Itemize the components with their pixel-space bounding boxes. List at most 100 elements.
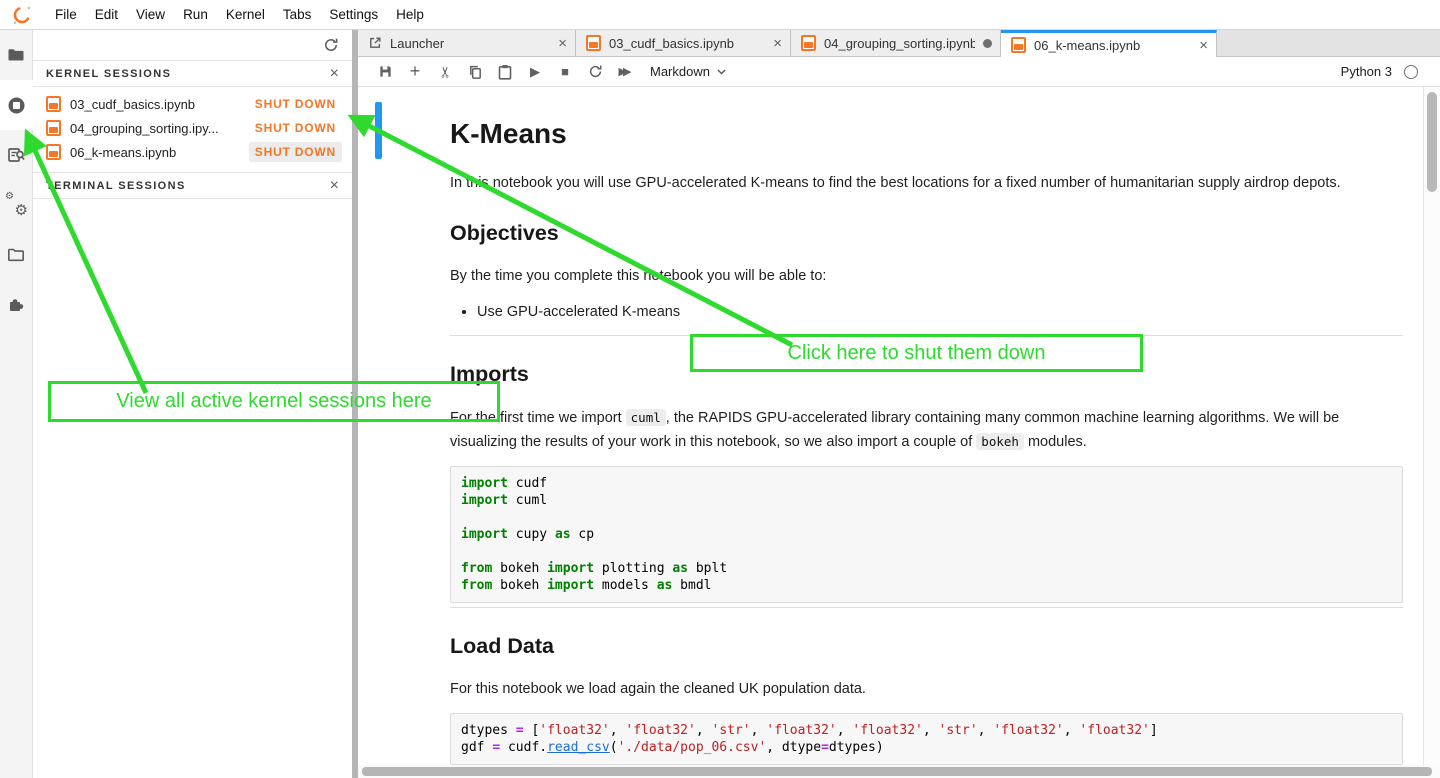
folder-outline-icon: [7, 247, 25, 263]
objectives-list: Use GPU-accelerated K-means: [477, 302, 1403, 323]
cut-icon: ✂: [436, 65, 454, 78]
paste-icon: [498, 64, 512, 80]
close-tab-icon[interactable]: ×: [1199, 38, 1208, 53]
active-cell-indicator[interactable]: [375, 102, 382, 159]
gears-icon: ⚙⚙: [6, 195, 26, 215]
sidebar-item-open-tabs[interactable]: [0, 230, 33, 280]
sidebar-item-running-sessions[interactable]: [0, 80, 33, 130]
objectives-heading: Objectives: [450, 220, 1403, 246]
close-terminal-sessions-icon[interactable]: ×: [330, 178, 339, 194]
intro-paragraph: In this notebook you will use GPU-accele…: [450, 172, 1403, 195]
activity-bar: ⚙⚙: [0, 30, 33, 778]
refresh-icon[interactable]: [323, 37, 339, 53]
vertical-scrollbar[interactable]: [1423, 87, 1440, 765]
tab-04-grouping-sorting[interactable]: 04_grouping_sorting.ipynb: [791, 30, 1001, 56]
kernel-name[interactable]: Python 3: [1341, 64, 1392, 79]
restart-icon: [588, 64, 603, 79]
shutdown-button[interactable]: SHUT DOWN: [249, 118, 342, 138]
folder-icon: [7, 47, 25, 63]
menu-tabs[interactable]: Tabs: [274, 7, 321, 22]
shutdown-button[interactable]: SHUT DOWN: [249, 142, 342, 162]
imports-paragraph: For the first time we import cuml, the R…: [450, 406, 1403, 454]
inline-code-bokeh: bokeh: [976, 433, 1024, 450]
unsaved-changes-dot: [983, 39, 992, 48]
cut-cell-button[interactable]: ✂: [430, 59, 460, 85]
stop-icon: ■: [561, 64, 569, 79]
copy-icon: [468, 64, 483, 80]
cell-type-value: Markdown: [650, 64, 710, 79]
restart-kernel-button[interactable]: [580, 59, 610, 85]
load-data-heading: Load Data: [450, 633, 1403, 659]
running-sessions-panel: KERNEL SESSIONS × 03_cudf_basics.ipynb S…: [33, 30, 352, 778]
tab-03-cudf-basics[interactable]: 03_cudf_basics.ipynb ×: [576, 30, 791, 56]
tab-06-k-means[interactable]: 06_k-means.ipynb ×: [1001, 30, 1217, 57]
tab-label: 06_k-means.ipynb: [1034, 38, 1191, 53]
restart-run-all-button[interactable]: ▶▶: [610, 59, 640, 85]
run-icon: ▶: [530, 64, 540, 80]
kernel-session-row[interactable]: 06_k-means.ipynb SHUT DOWN: [33, 140, 352, 164]
panel-toolbar: [33, 30, 352, 60]
command-palette-icon: [7, 146, 26, 164]
save-icon: [378, 64, 393, 79]
menu-bar: File Edit View Run Kernel Tabs Settings …: [0, 0, 1440, 30]
terminal-sessions-header: TERMINAL SESSIONS ×: [33, 172, 352, 199]
menu-file[interactable]: File: [46, 7, 86, 22]
run-cell-button[interactable]: ▶: [520, 59, 550, 85]
notebook-title: K-Means: [450, 118, 1403, 150]
tab-label: Launcher: [390, 36, 550, 51]
kernel-sessions-title: KERNEL SESSIONS: [46, 68, 171, 80]
running-sessions-icon: [7, 96, 26, 115]
kernel-sessions-header: KERNEL SESSIONS ×: [33, 60, 352, 87]
objectives-lead: By the time you complete this notebook y…: [450, 265, 1403, 288]
add-cell-button[interactable]: +: [400, 59, 430, 85]
horizontal-scrollbar-thumb[interactable]: [362, 767, 1432, 776]
menu-kernel[interactable]: Kernel: [217, 7, 274, 22]
section-divider: [450, 335, 1403, 336]
notebook-icon: [1011, 37, 1026, 53]
menu-view[interactable]: View: [127, 7, 174, 22]
code-cell-load-data[interactable]: [ ]: dtypes = ['float32', 'float32', 'st…: [450, 713, 1403, 765]
notebook-toolbar: + ✂ ▶ ■ ▶▶: [358, 57, 1440, 87]
menu-run[interactable]: Run: [174, 7, 217, 22]
paste-cell-button[interactable]: [490, 59, 520, 85]
kernel-session-list: 03_cudf_basics.ipynb SHUT DOWN 04_groupi…: [33, 87, 352, 172]
close-tab-icon[interactable]: ×: [558, 36, 567, 51]
tab-label: 03_cudf_basics.ipynb: [609, 36, 765, 51]
load-data-lead: For this notebook we load again the clea…: [450, 678, 1403, 701]
stop-kernel-button[interactable]: ■: [550, 59, 580, 85]
code-cell-imports[interactable]: [ ]: import cudfimport cuml import cupy …: [450, 466, 1403, 603]
close-kernel-sessions-icon[interactable]: ×: [330, 66, 339, 82]
kernel-session-row[interactable]: 03_cudf_basics.ipynb SHUT DOWN: [33, 92, 352, 116]
notebook-icon: [46, 144, 61, 160]
kernel-session-row[interactable]: 04_grouping_sorting.ipy... SHUT DOWN: [33, 116, 352, 140]
session-name: 03_cudf_basics.ipynb: [70, 97, 195, 112]
menu-edit[interactable]: Edit: [86, 7, 127, 22]
sidebar-item-file-browser[interactable]: [0, 30, 33, 80]
jupyter-logo-icon: [12, 5, 32, 25]
sidebar-item-command-palette[interactable]: [0, 130, 33, 180]
menu-help[interactable]: Help: [387, 7, 433, 22]
horizontal-scrollbar[interactable]: [358, 765, 1440, 778]
tab-bar: Launcher × 03_cudf_basics.ipynb × 04_gro…: [358, 30, 1440, 57]
terminal-sessions-title: TERMINAL SESSIONS: [46, 180, 186, 192]
sidebar-item-extensions[interactable]: [0, 280, 33, 330]
tab-label: 04_grouping_sorting.ipynb: [824, 36, 975, 51]
notebook-icon: [801, 35, 816, 51]
inline-code-cuml: cuml: [626, 409, 666, 426]
sidebar-item-tools[interactable]: ⚙⚙: [0, 180, 33, 230]
vertical-scrollbar-thumb[interactable]: [1427, 92, 1437, 192]
notebook-icon: [46, 96, 61, 112]
launcher-icon: [368, 36, 382, 50]
cell-type-dropdown[interactable]: Markdown: [650, 64, 726, 79]
kernel-status-icon[interactable]: [1404, 65, 1418, 79]
tab-launcher[interactable]: Launcher ×: [358, 30, 576, 56]
save-button[interactable]: [370, 59, 400, 85]
notebook-icon: [586, 35, 601, 51]
menu-settings[interactable]: Settings: [320, 7, 387, 22]
objective-item: Use GPU-accelerated K-means: [477, 302, 1403, 323]
notebook-content: K-Means In this notebook you will use GP…: [358, 87, 1440, 778]
fast-forward-icon: ▶▶: [619, 65, 632, 78]
close-tab-icon[interactable]: ×: [773, 36, 782, 51]
shutdown-button[interactable]: SHUT DOWN: [249, 94, 342, 114]
copy-cell-button[interactable]: [460, 59, 490, 85]
